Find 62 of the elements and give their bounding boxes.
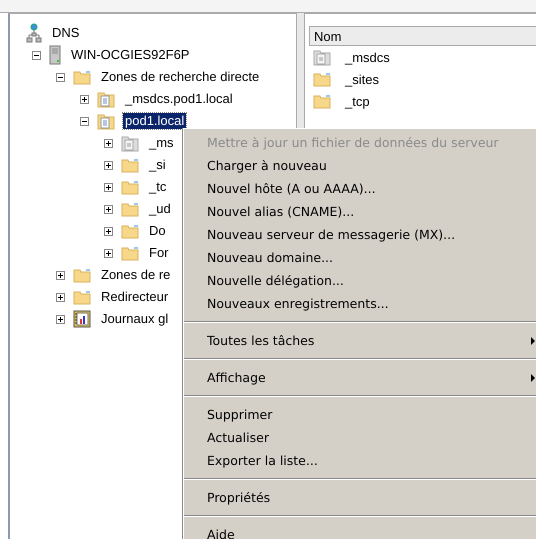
document-folder-icon <box>97 112 115 130</box>
tree-item-label[interactable]: WIN-OCGIES92F6P <box>69 47 192 63</box>
expand-toggle[interactable] <box>80 94 89 104</box>
collapse-toggle[interactable] <box>80 116 89 126</box>
menu-item[interactable]: Nouveaux enregistrements... <box>184 292 536 315</box>
menu-item[interactable]: Charger à nouveau <box>184 154 536 177</box>
expand-toggle[interactable] <box>56 270 65 280</box>
expand-toggle[interactable] <box>56 292 65 302</box>
network-icon <box>26 23 42 43</box>
expand-toggle[interactable] <box>104 248 113 258</box>
menu-item[interactable]: Actualiser <box>184 426 536 449</box>
tree-item-label[interactable]: Zones de recherche directe <box>99 69 262 85</box>
folder-icon <box>73 69 91 85</box>
folder-icon <box>121 179 139 195</box>
folder-icon <box>73 267 91 283</box>
folder-icon <box>121 245 139 261</box>
folder-icon <box>313 71 331 87</box>
expand-toggle[interactable] <box>104 182 113 192</box>
tree-item-label[interactable]: _ud <box>147 201 173 217</box>
menu-item[interactable]: Exporter la liste... <box>184 449 536 472</box>
tree-item-label[interactable]: DNS <box>50 25 82 41</box>
folder-icon <box>121 223 139 239</box>
column-header[interactable]: Nom <box>309 26 536 46</box>
document-folder-icon <box>313 48 331 66</box>
folder-icon <box>121 201 139 217</box>
server-icon <box>49 45 61 65</box>
list-item[interactable]: _tcp <box>345 94 370 108</box>
menu-item[interactable]: Propriétés <box>184 486 536 509</box>
document-folder-icon <box>121 134 139 152</box>
folder-icon <box>73 289 91 305</box>
list-item[interactable]: _msdcs <box>345 50 390 64</box>
menu-item[interactable]: Nouveau serveur de messagerie (MX)... <box>184 223 536 246</box>
expand-toggle[interactable] <box>104 160 113 170</box>
expand-toggle[interactable] <box>104 226 113 236</box>
menu-item[interactable]: Nouveau domaine... <box>184 246 536 269</box>
expand-toggle[interactable] <box>56 314 65 324</box>
tree-item-label[interactable]: _si <box>147 157 168 173</box>
tree-item-label[interactable]: Journaux gl <box>99 311 170 327</box>
tree-item-label[interactable]: For <box>147 245 170 261</box>
tree-item-label[interactable]: Zones de re <box>99 267 172 283</box>
collapse-toggle[interactable] <box>32 50 41 60</box>
expand-toggle[interactable] <box>104 204 113 214</box>
list-item[interactable]: _sites <box>345 72 379 86</box>
tree-item-label[interactable]: _msdcs.pod1.local <box>123 91 235 107</box>
menu-item[interactable]: Affichage <box>184 366 536 389</box>
menu-item[interactable]: Nouvelle délégation... <box>184 269 536 292</box>
log-book-icon <box>73 310 91 328</box>
menu-item[interactable]: Nouvel hôte (A ou AAAA)... <box>184 177 536 200</box>
menu-item[interactable]: Aide <box>184 523 536 539</box>
menu-item[interactable]: Supprimer <box>184 403 536 426</box>
menu-item[interactable]: Nouvel alias (CNAME)... <box>184 200 536 223</box>
expand-toggle[interactable] <box>104 138 113 148</box>
menu-item[interactable]: Toutes les tâches <box>184 329 536 352</box>
tree-item-label[interactable]: _tc <box>147 179 168 195</box>
tree-item-label[interactable]: Do <box>147 223 168 239</box>
document-folder-icon <box>97 90 115 108</box>
tree-item-label[interactable]: Redirecteur <box>99 289 170 305</box>
collapse-toggle[interactable] <box>56 72 65 82</box>
tree-item-label[interactable]: _ms <box>147 135 176 151</box>
folder-icon <box>313 93 331 109</box>
folder-icon <box>121 157 139 173</box>
tree-item-label[interactable]: pod1.local <box>123 113 186 129</box>
